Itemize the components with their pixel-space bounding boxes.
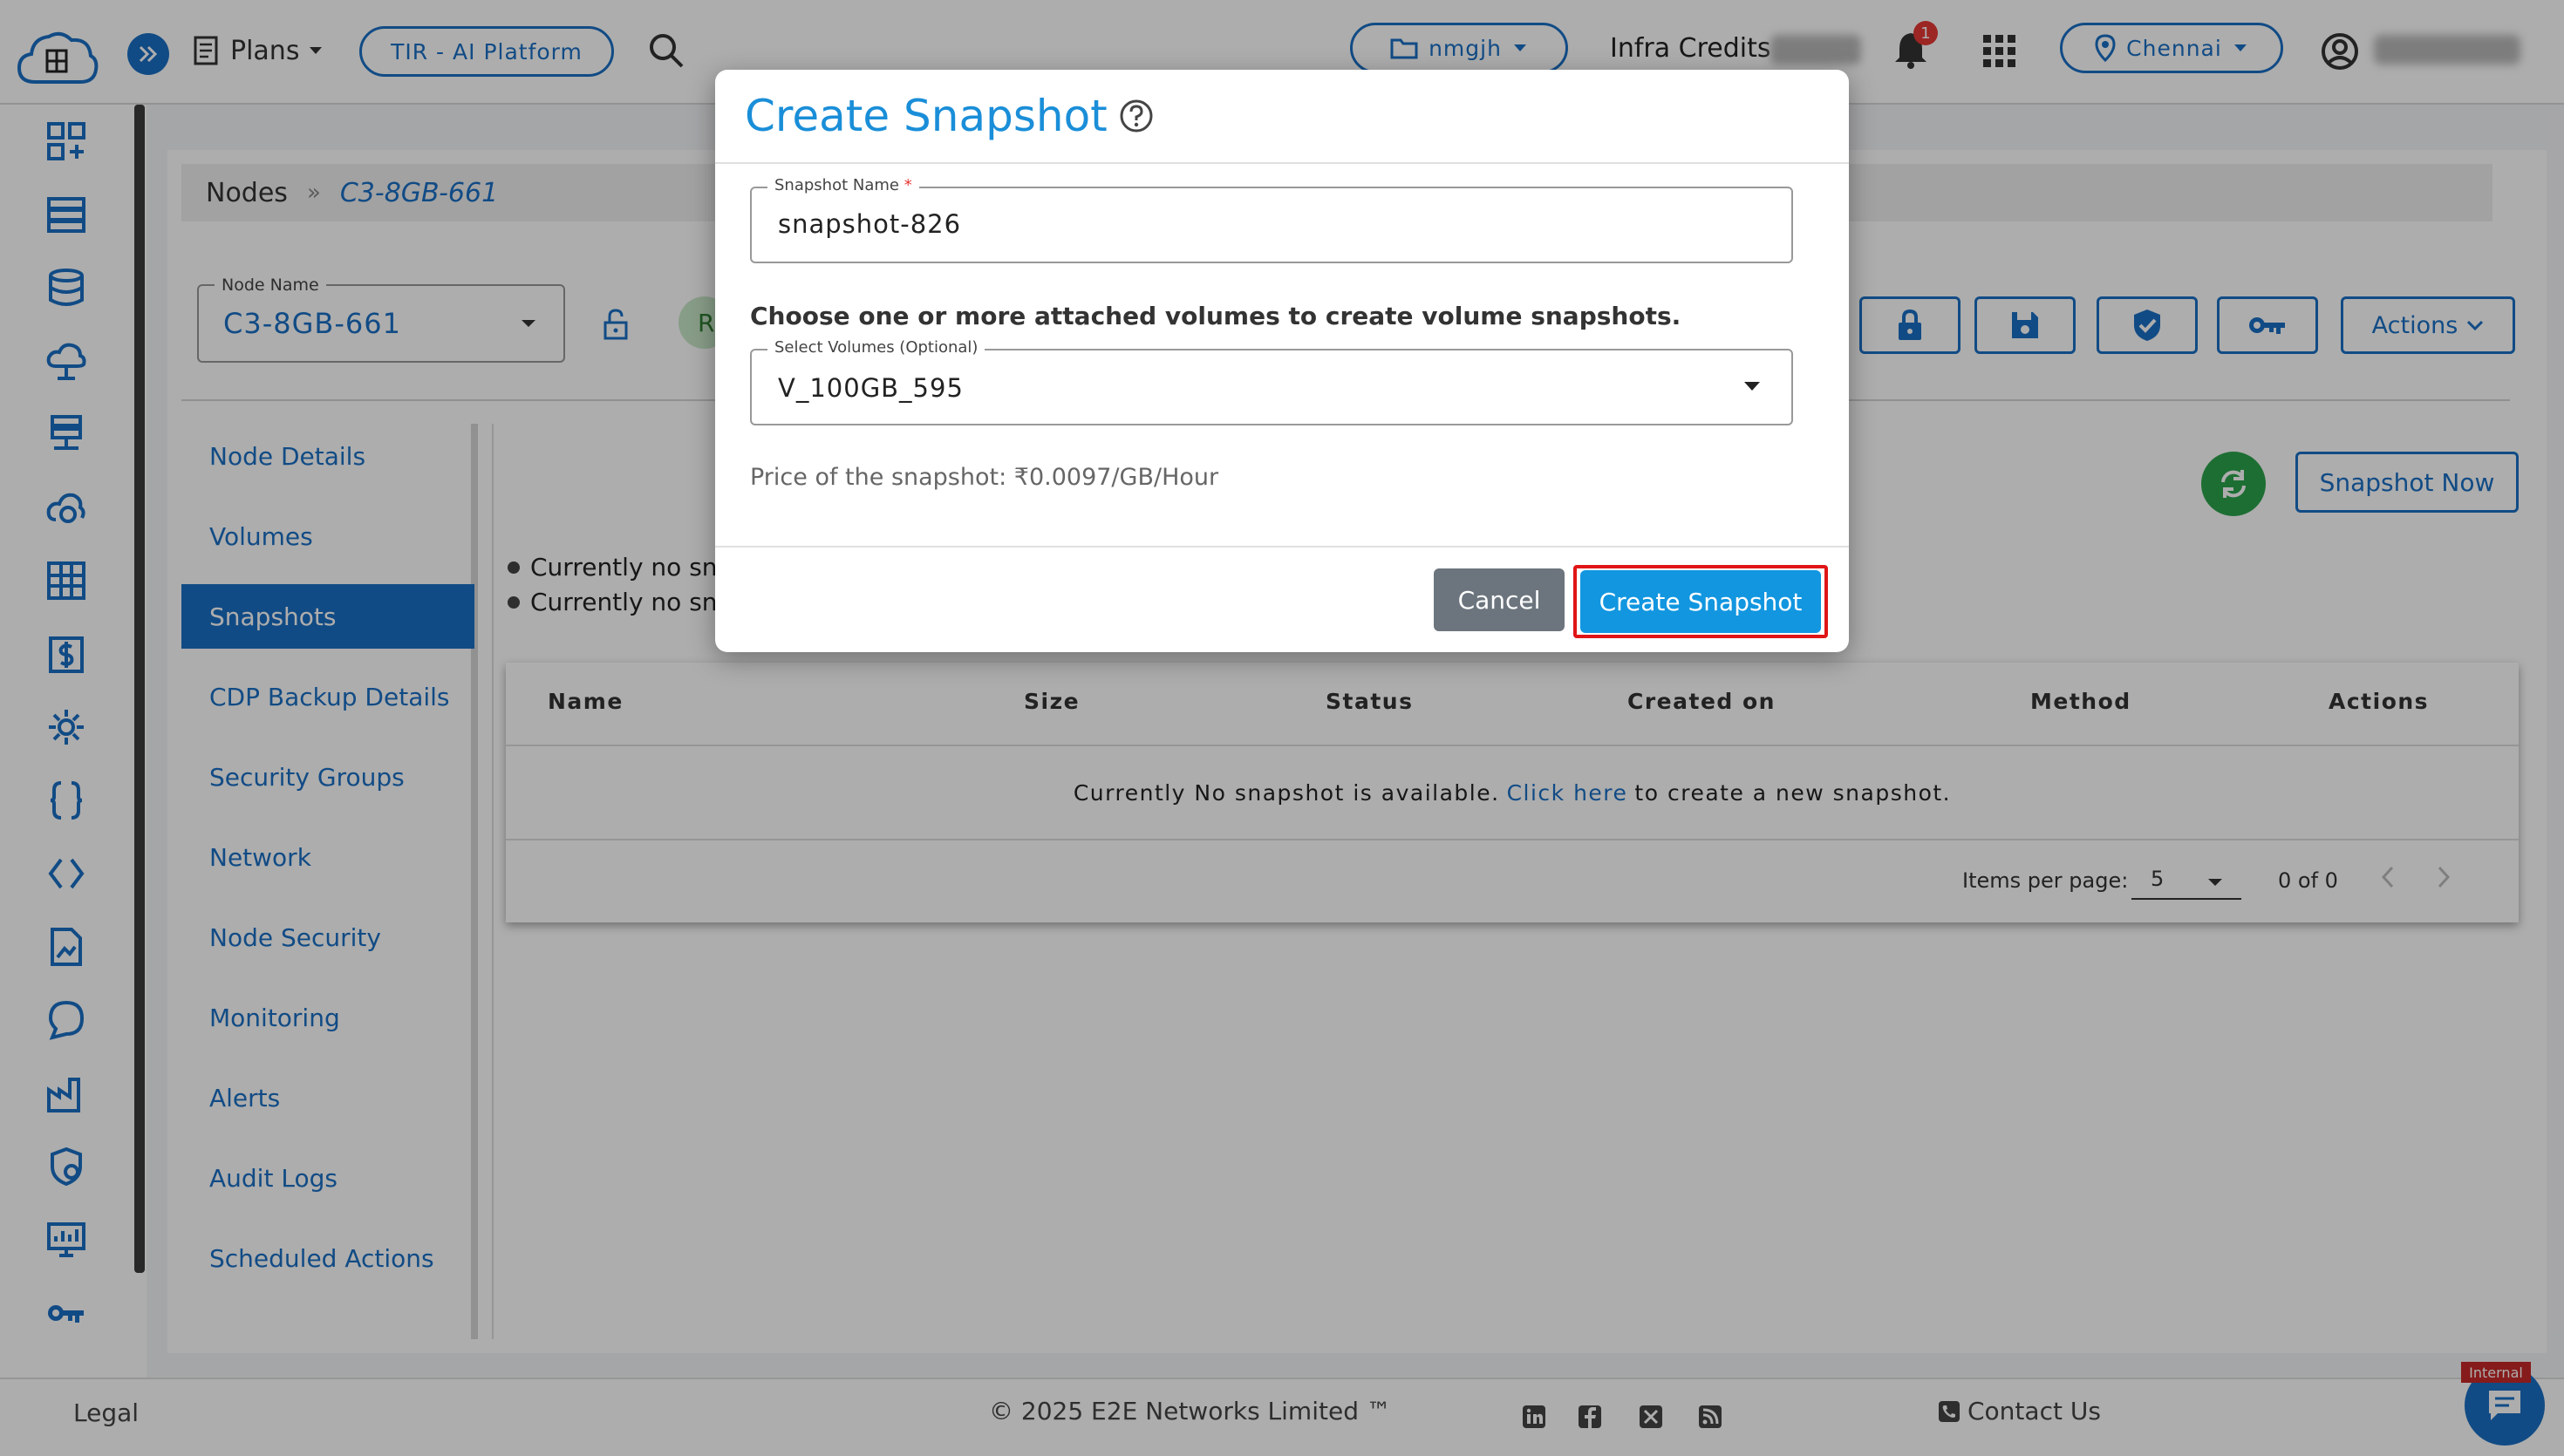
snapshot-name-label-text: Snapshot Name — [774, 176, 899, 194]
caret-down-icon — [1742, 380, 1762, 392]
required-marker: * — [904, 176, 912, 194]
dialog-header-divider — [715, 162, 1849, 164]
select-volumes-label: Select Volumes (Optional) — [767, 338, 985, 357]
choose-volumes-text: Choose one or more attached volumes to c… — [750, 302, 1681, 330]
snapshot-name-value: snapshot-826 — [778, 209, 962, 239]
dialog-title: Create Snapshot — [745, 91, 1155, 141]
create-snapshot-button[interactable]: Create Snapshot — [1580, 570, 1821, 633]
cancel-button[interactable]: Cancel — [1434, 568, 1565, 631]
select-volumes-value: V_100GB_595 — [778, 373, 964, 403]
snapshot-price-text: Price of the snapshot: ₹0.0097/GB/Hour — [750, 464, 1219, 491]
create-snapshot-dialog: Create Snapshot Snapshot Name * snapshot… — [715, 70, 1849, 652]
dialog-footer-divider — [715, 546, 1849, 548]
help-question-icon[interactable] — [1118, 98, 1155, 134]
dialog-title-text: Create Snapshot — [745, 91, 1108, 141]
snapshot-name-label: Snapshot Name * — [767, 176, 919, 194]
